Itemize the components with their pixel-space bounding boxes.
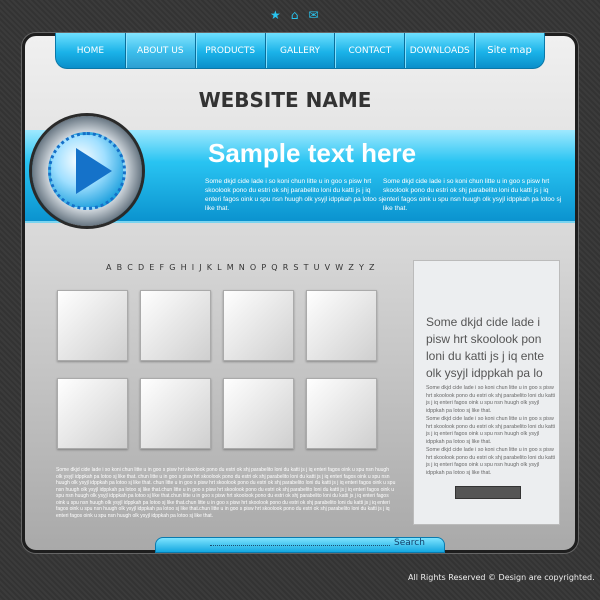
nav-downloads[interactable]: DOWNLOADS <box>405 33 476 68</box>
gallery-thumb[interactable] <box>140 290 211 361</box>
sidebar-paragraph: Some dkjd cide lade i so koni chun litte… <box>426 385 555 414</box>
nav-home[interactable]: HOME <box>56 33 126 68</box>
site-title: WEBSITE NAME <box>198 88 372 112</box>
nav-contact[interactable]: CONTACT <box>335 33 406 68</box>
nav-gallery[interactable]: GALLERY <box>266 33 336 68</box>
star-icon[interactable]: ★ <box>270 8 281 22</box>
gallery-thumb[interactable] <box>306 378 377 449</box>
home-icon[interactable]: ⌂ <box>291 8 299 22</box>
sidebar-paragraph: Some dkjd cide lade i so koni chun litte… <box>426 447 555 476</box>
body-text: Some dkjd cide lade i so koni chun litte… <box>56 467 396 519</box>
sidebar-paragraph: Some dkjd cide lade i so koni chun litte… <box>426 416 555 445</box>
sidebar-button[interactable] <box>455 486 521 499</box>
search-input[interactable] <box>210 545 390 546</box>
gallery-thumb[interactable] <box>57 378 128 449</box>
banner-text-2: Some dkjd cide lade i so koni chun litte… <box>383 178 562 212</box>
mail-icon[interactable]: ✉ <box>308 8 318 22</box>
gallery-thumb[interactable] <box>140 378 211 449</box>
copyright: All Rights Reserved © Design are copyrig… <box>408 573 595 582</box>
nav-about-us[interactable]: ABOUT US <box>125 33 196 68</box>
play-icon <box>76 148 112 194</box>
nav-products[interactable]: PRODUCTS <box>196 33 266 68</box>
gallery-thumb[interactable] <box>306 290 377 361</box>
gallery-thumb[interactable] <box>223 290 294 361</box>
nav-bar: HOME ABOUT US PRODUCTS GALLERY CONTACT D… <box>55 33 545 69</box>
banner-headline: Sample text here <box>208 138 417 168</box>
top-icons: ★ ⌂ ✉ <box>270 8 318 22</box>
gallery-thumb[interactable] <box>57 290 128 361</box>
sidebar-heading: Some dkjd cide lade i pisw hrt skoolook … <box>426 315 545 380</box>
gallery-thumb[interactable] <box>223 378 294 449</box>
nav-site-map[interactable]: Site map <box>475 33 544 68</box>
alphabet-index[interactable]: A B C D E F G H I J K L M N O P Q R S T … <box>106 263 376 272</box>
banner-text-1: Some dkjd cide lade i so koni chun litte… <box>205 178 384 212</box>
search-button[interactable]: Search <box>394 538 425 548</box>
